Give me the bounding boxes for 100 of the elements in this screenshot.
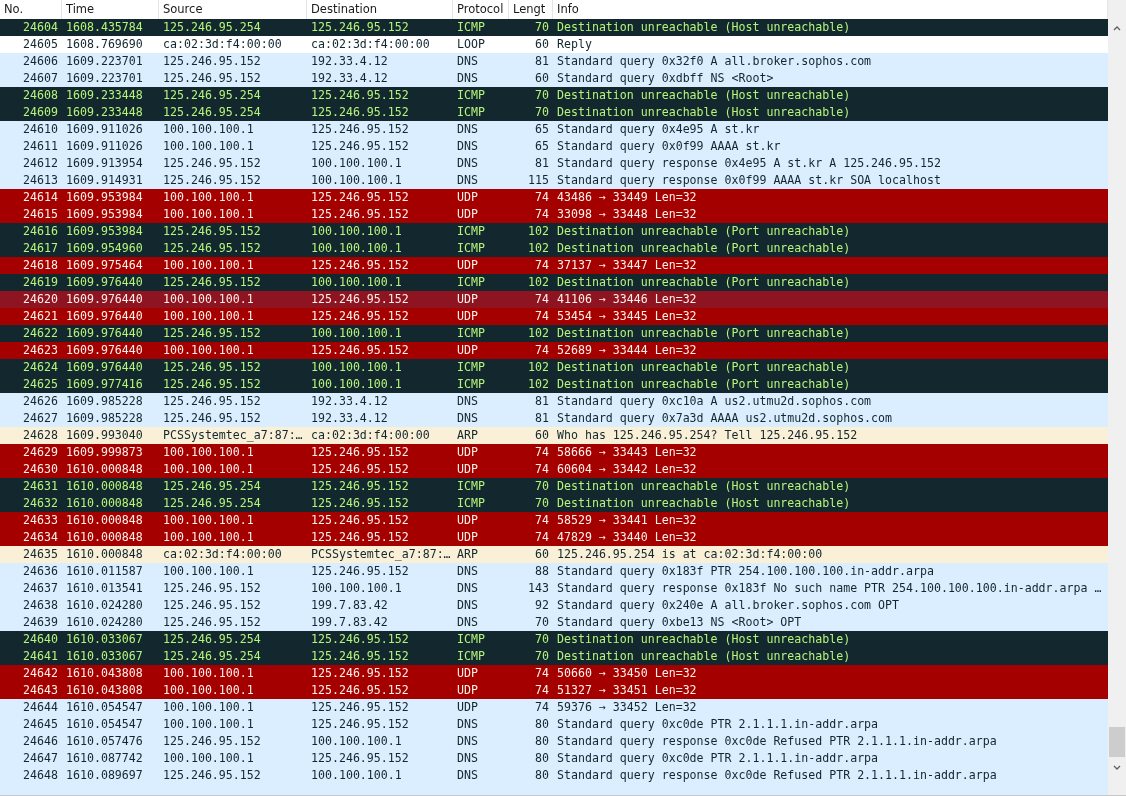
packet-row[interactable]: 24604 1608.435784 125.246.95.254 125.246.95.152 ICMP 70 Destination unreachable (Host unreachable) — [0, 19, 1108, 36]
table-cell-text: 100.100.100.1 — [162, 682, 255, 699]
table-cell-text: 125.246.95.152 — [310, 308, 410, 325]
table-cell-text: 125.246.95.254 — [162, 19, 262, 36]
table-cell-text: ARP — [456, 427, 479, 444]
table-cell-text: 80 — [534, 733, 550, 750]
table-cell-text: Destination unreachable (Host unreachable) — [556, 648, 852, 665]
packet-row[interactable]: 24608 1609.233448 125.246.95.254 125.246.95.152 ICMP 70 Destination unreachable (Host unreachable) — [0, 87, 1108, 104]
packet-row[interactable]: 24629 1609.999873 100.100.100.1 125.246.95.152 UDP 74 58666 → 33443 Len=32 — [0, 444, 1108, 461]
packet-row[interactable]: 24628 1609.993040 PCSSystemtec_a7:87:… ca:02:3d:f4:00:00 ARP 60 Who has 125.246.95.254? Tell 125.246.95.152 — [0, 427, 1108, 444]
table-cell-text: 24632 — [22, 495, 59, 512]
table-cell-text: 24626 — [22, 393, 59, 410]
packet-row[interactable]: 24632 1610.000848 125.246.95.254 125.246.95.152 ICMP 70 Destination unreachable (Host unreachable) — [0, 495, 1108, 512]
table-cell-text: 1610.043808 — [65, 665, 144, 682]
table-cell-text: ICMP — [456, 104, 486, 121]
packet-row[interactable]: 24634 1610.000848 100.100.100.1 125.246.95.152 UDP 74 47829 → 33440 Len=32 — [0, 529, 1108, 546]
packet-row[interactable]: 24618 1609.975464 100.100.100.1 125.246.95.152 UDP 74 37137 → 33447 Len=32 — [0, 257, 1108, 274]
table-cell-text: 70 — [534, 614, 550, 631]
scroll-thumb[interactable] — [1109, 727, 1125, 757]
table-cell-text: 100.100.100.1 — [162, 291, 255, 308]
packet-row[interactable]: 24605 1608.769690 ca:02:3d:f4:00:00 ca:02:3d:f4:00:00 LOOP 60 Reply — [0, 36, 1108, 53]
table-cell-text: ca:02:3d:f4:00:00 — [310, 36, 431, 53]
table-cell-text: 24637 — [22, 580, 59, 597]
packet-row[interactable]: 24615 1609.953984 100.100.100.1 125.246.95.152 UDP 74 33098 → 33448 Len=32 — [0, 206, 1108, 223]
packet-row[interactable]: 24635 1610.000848 ca:02:3d:f4:00:00 PCSSystemtec_a7:87:… ARP 60 125.246.95.254 is at ca:02:3d:f4:00:00 — [0, 546, 1108, 563]
table-cell-text: DNS — [456, 597, 479, 614]
table-cell-text: 59376 → 33452 Len=32 — [556, 699, 698, 716]
table-cell-text: 24630 — [22, 461, 59, 478]
table-cell-text: 125.246.95.152 — [162, 359, 262, 376]
table-cell-text: 125.246.95.254 — [162, 104, 262, 121]
table-cell-text: 115 — [527, 172, 550, 189]
table-cell-text: 125.246.95.152 — [310, 563, 410, 580]
table-cell-text: 60 — [534, 427, 550, 444]
table-cell-text: 24608 — [22, 87, 59, 104]
table-cell-text: 37137 → 33447 Len=32 — [556, 257, 698, 274]
packet-row[interactable]: 24625 1609.977416 125.246.95.152 100.100.100.1 ICMP 102 Destination unreachable (Port unreachable) — [0, 376, 1108, 393]
packet-row[interactable]: 24614 1609.953984 100.100.100.1 125.246.95.152 UDP 74 43486 → 33449 Len=32 — [0, 189, 1108, 206]
table-cell-text: 100.100.100.1 — [310, 240, 403, 257]
table-cell-text: 125.246.95.152 — [310, 461, 410, 478]
table-cell-text: 100.100.100.1 — [162, 512, 255, 529]
packet-row[interactable]: 24623 1609.976440 100.100.100.1 125.246.95.152 UDP 74 52689 → 33444 Len=32 — [0, 342, 1108, 359]
table-cell-text: Destination unreachable (Port unreachable) — [556, 359, 852, 376]
table-cell-text: 125.246.95.152 — [162, 274, 262, 291]
table-cell-text: 125.246.95.152 — [310, 257, 410, 274]
packet-row[interactable]: 24643 1610.043808 100.100.100.1 125.246.95.152 UDP 74 51327 → 33451 Len=32 — [0, 682, 1108, 699]
table-cell-text: 102 — [527, 240, 550, 257]
table-cell-text: 1609.911026 — [65, 138, 144, 155]
packet-row[interactable]: 24631 1610.000848 125.246.95.254 125.246.95.152 ICMP 70 Destination unreachable (Host unreachable) — [0, 478, 1108, 495]
table-cell-text: 74 — [534, 342, 550, 359]
table-cell-text: 1610.024280 — [65, 597, 144, 614]
table-cell-text: 81 — [534, 53, 550, 70]
table-cell-text: Standard query 0x240e A all.broker.sophos.com OPT — [556, 597, 901, 614]
table-cell-text: 100.100.100.1 — [162, 699, 255, 716]
packet-row[interactable]: 24622 1609.976440 125.246.95.152 100.100.100.1 ICMP 102 Destination unreachable (Port unreachable) — [0, 325, 1108, 342]
table-cell-text: 24622 — [22, 325, 59, 342]
table-cell-text: UDP — [456, 189, 479, 206]
table-cell-text: 100.100.100.1 — [162, 563, 255, 580]
table-cell-text: 125.246.95.152 — [310, 138, 410, 155]
table-cell-text: DNS — [456, 716, 479, 733]
table-cell-text: ICMP — [456, 376, 486, 393]
packet-row[interactable]: 24641 1610.033067 125.246.95.254 125.246.95.152 ICMP 70 Destination unreachable (Host unreachable) — [0, 648, 1108, 665]
packet-row[interactable]: 24616 1609.953984 125.246.95.152 100.100.100.1 ICMP 102 Destination unreachable (Port unreachable) — [0, 223, 1108, 240]
table-cell-text: UDP — [456, 291, 479, 308]
packet-row[interactable]: 24609 1609.233448 125.246.95.254 125.246.95.152 ICMP 70 Destination unreachable (Host unreachable) — [0, 104, 1108, 121]
table-cell-text: 125.246.95.152 — [310, 291, 410, 308]
table-cell-text: 70 — [534, 478, 550, 495]
table-cell-text: 70 — [534, 87, 550, 104]
table-cell-text: 192.33.4.12 — [310, 410, 389, 427]
table-cell-text: DNS — [456, 767, 479, 784]
table-cell-text: DNS — [456, 750, 479, 767]
table-cell-text: 125.246.95.152 — [310, 648, 410, 665]
table-cell-text: Destination unreachable (Host unreachable) — [556, 495, 852, 512]
packet-row[interactable]: 24617 1609.954960 125.246.95.152 100.100.100.1 ICMP 102 Destination unreachable (Port unreachable) — [0, 240, 1108, 257]
table-cell-text: 1609.233448 — [65, 104, 144, 121]
packet-row[interactable]: 24633 1610.000848 100.100.100.1 125.246.95.152 UDP 74 58529 → 33441 Len=32 — [0, 512, 1108, 529]
table-cell-text: 1609.999873 — [65, 444, 144, 461]
scroll-bar[interactable] — [1108, 0, 1126, 795]
packet-row[interactable]: 24630 1610.000848 100.100.100.1 125.246.95.152 UDP 74 60604 → 33442 Len=32 — [0, 461, 1108, 478]
table-cell-text: 24605 — [22, 36, 59, 53]
table-cell-text: ICMP — [456, 223, 486, 240]
table-cell-text: ICMP — [456, 478, 486, 495]
table-cell-text: 199.7.83.42 — [310, 614, 389, 631]
packet-row[interactable]: 24640 1610.033067 125.246.95.254 125.246.95.152 ICMP 70 Destination unreachable (Host unreachable) — [0, 631, 1108, 648]
packet-row[interactable]: 24620 1609.976440 100.100.100.1 125.246.95.152 UDP 74 41106 → 33446 Len=32 — [0, 291, 1108, 308]
table-cell-text: Reply — [556, 36, 593, 53]
table-cell-text: 1609.976440 — [65, 291, 144, 308]
table-cell-text: 125.246.95.254 is at ca:02:3d:f4:00:00 — [556, 546, 824, 563]
table-cell-text: 100.100.100.1 — [162, 665, 255, 682]
packet-row[interactable]: 24624 1609.976440 125.246.95.152 100.100.100.1 ICMP 102 Destination unreachable (Port unreachable) — [0, 359, 1108, 376]
table-cell-text: 100.100.100.1 — [310, 155, 403, 172]
table-cell-text: 125.246.95.254 — [162, 478, 262, 495]
table-cell-text: ICMP — [456, 631, 486, 648]
packet-row[interactable]: 24619 1609.976440 125.246.95.152 100.100.100.1 ICMP 102 Destination unreachable (Port unreachable) — [0, 274, 1108, 291]
packet-row[interactable]: 24621 1609.976440 100.100.100.1 125.246.95.152 UDP 74 53454 → 33445 Len=32 — [0, 308, 1108, 325]
table-cell-text: 100.100.100.1 — [310, 733, 403, 750]
table-cell-text: 100.100.100.1 — [162, 750, 255, 767]
table-cell-text: 1608.435784 — [65, 19, 144, 36]
packet-row[interactable]: 24642 1610.043808 100.100.100.1 125.246.95.152 UDP 74 50660 → 33450 Len=32 — [0, 665, 1108, 682]
table-cell-text: 65 — [534, 121, 550, 138]
table-cell-text: 125.246.95.152 — [310, 750, 410, 767]
